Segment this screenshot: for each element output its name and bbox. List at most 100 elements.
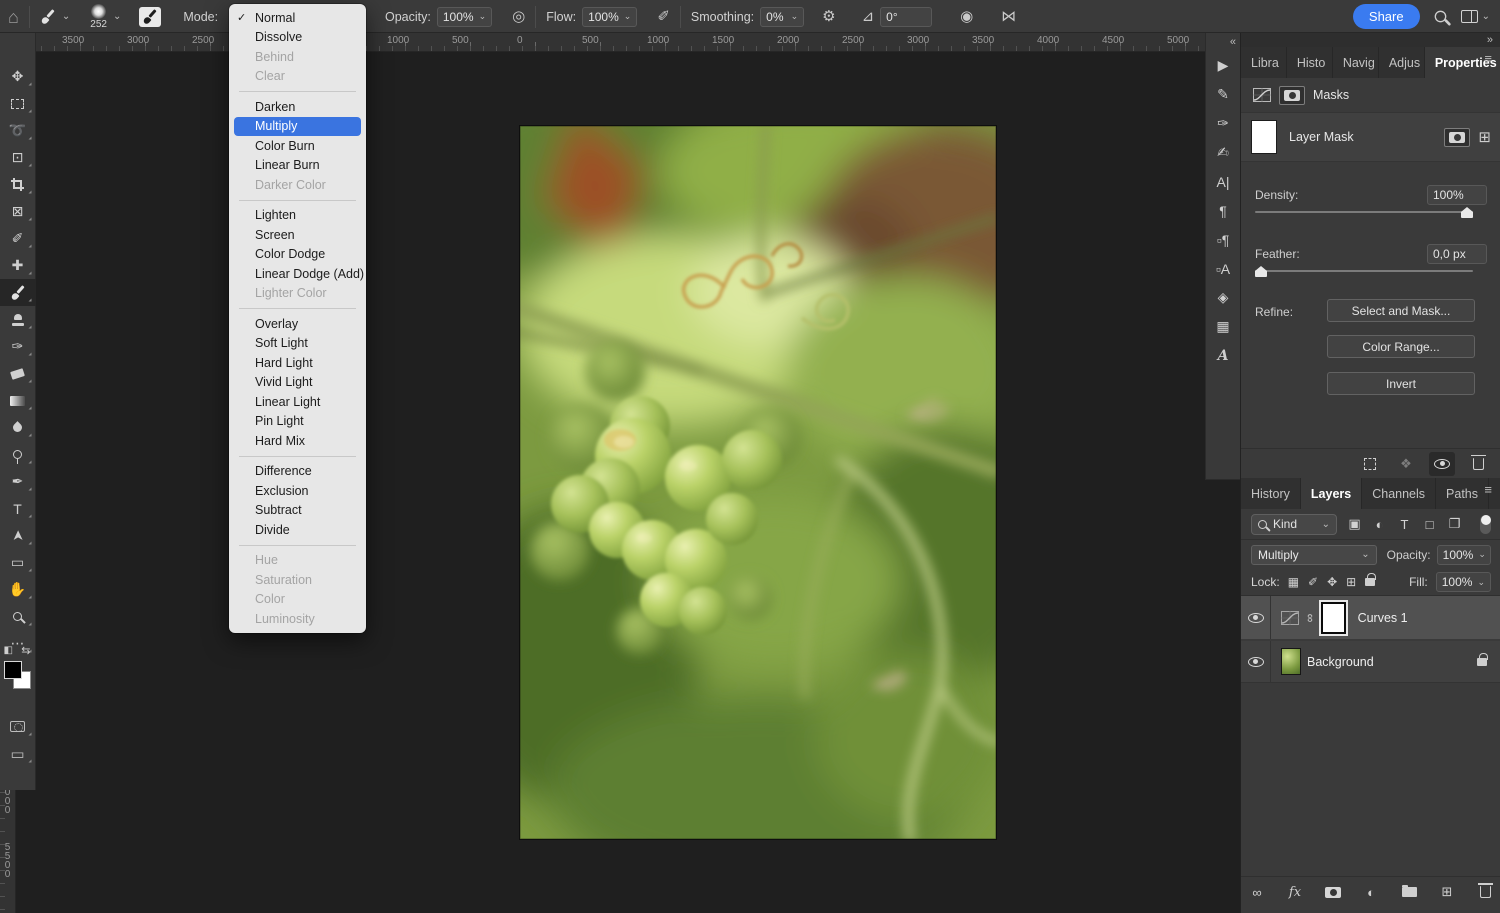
airbrush-icon[interactable]: ✐: [657, 9, 670, 24]
healing-brush-tool[interactable]: ✚: [0, 252, 36, 279]
quick-mask-mode-button[interactable]: [0, 713, 36, 740]
lasso-tool[interactable]: ➰: [0, 117, 36, 144]
feather-field[interactable]: 0,0 px: [1427, 244, 1487, 264]
glyphs-panel[interactable]: A: [1206, 341, 1241, 370]
screen-mode-button[interactable]: ▭: [0, 740, 36, 767]
brush-angle-field[interactable]: 0°: [880, 7, 932, 27]
smoothing-gear-icon[interactable]: ⚙: [822, 9, 835, 24]
curves-properties-icon[interactable]: [1253, 88, 1271, 102]
rectangle-tool[interactable]: ▭: [0, 549, 36, 576]
paragraph-panel[interactable]: ¶: [1206, 196, 1241, 225]
lock-transparency[interactable]: ▦: [1288, 575, 1299, 589]
blend-mode-menu-item[interactable]: ✓ Screen: [229, 225, 366, 245]
density-field[interactable]: 100%: [1427, 185, 1487, 205]
panel-tab[interactable]: Histo: [1287, 47, 1333, 78]
blend-mode-menu-item[interactable]: ✓ Soft Light: [229, 334, 366, 354]
panel-tab[interactable]: Adjus: [1379, 47, 1425, 78]
eyedropper-tool[interactable]: ✐: [0, 225, 36, 252]
gradient-tool[interactable]: [0, 387, 36, 414]
load-mask-selection[interactable]: [1357, 452, 1383, 476]
blend-mode-menu-item[interactable]: ✓ Color: [229, 590, 366, 610]
panel-menu-icon[interactable]: ≡: [1476, 482, 1500, 497]
brush-preview[interactable]: 252: [90, 3, 107, 30]
3d-panel[interactable]: ◈: [1206, 283, 1241, 312]
layer-name[interactable]: Background: [1307, 655, 1374, 669]
type-tool[interactable]: T: [0, 495, 36, 522]
swap-colors-icon[interactable]: ⇆: [21, 644, 30, 657]
layer-effects[interactable]: fx: [1282, 880, 1308, 904]
blend-mode-menu-item[interactable]: ✓ Pin Light: [229, 412, 366, 432]
curves-adjustment-icon[interactable]: [1281, 611, 1299, 625]
paragraph-styles-panel[interactable]: ▫¶: [1206, 225, 1241, 254]
path-selection-tool[interactable]: ➤: [0, 522, 36, 549]
blend-mode-menu-item[interactable]: ✓ Hue: [229, 551, 366, 571]
filter-pixel-layers[interactable]: ▣: [1346, 516, 1363, 532]
select-and-mask-button[interactable]: Select and Mask...: [1327, 299, 1475, 322]
zoom-tool[interactable]: [0, 603, 36, 630]
new-group[interactable]: [1396, 880, 1422, 904]
layer-name[interactable]: Curves 1: [1358, 611, 1408, 625]
share-button[interactable]: Share: [1353, 4, 1420, 29]
blend-mode-menu-item[interactable]: ✓ Vivid Light: [229, 373, 366, 393]
panel-tab[interactable]: History: [1241, 478, 1301, 509]
filter-smart-objects[interactable]: ❐: [1446, 516, 1463, 532]
blend-mode-menu-item[interactable]: ✓: [239, 200, 356, 201]
blend-mode-menu-item[interactable]: ✓ Divide: [229, 520, 366, 540]
lock-artboard[interactable]: ⊞: [1346, 575, 1356, 589]
blend-mode-menu-item[interactable]: ✓ Linear Light: [229, 392, 366, 412]
blend-mode-select[interactable]: Multiply⌄: [1251, 545, 1377, 565]
blend-mode-menu-item[interactable]: ✓: [239, 545, 356, 546]
toggle-brush-settings-button[interactable]: [139, 7, 161, 27]
slider-thumb[interactable]: [1255, 266, 1267, 277]
blend-mode-menu-item[interactable]: ✓ Hard Mix: [229, 431, 366, 451]
foreground-color-swatch[interactable]: [4, 661, 22, 679]
blend-mode-menu-item[interactable]: ✓ Exclusion: [229, 481, 366, 501]
blend-mode-menu-item[interactable]: ✓: [239, 456, 356, 457]
blend-mode-menu-item[interactable]: ✓ Dissolve: [229, 28, 366, 48]
blend-mode-menu-item[interactable]: ✓ Normal: [229, 8, 366, 28]
lock-pixels[interactable]: ✐: [1308, 575, 1318, 589]
add-vector-mask-icon[interactable]: ⊞: [1478, 128, 1491, 146]
feather-slider[interactable]: [1255, 264, 1473, 278]
brush-tool[interactable]: [0, 279, 36, 306]
mask-link-icon[interactable]: ∞: [1303, 613, 1317, 622]
blend-mode-menu-item[interactable]: ✓ Color Burn: [229, 136, 366, 156]
blend-mode-menu-item[interactable]: ✓ Hard Light: [229, 353, 366, 373]
link-layers[interactable]: ∞: [1244, 880, 1270, 904]
lock-icon[interactable]: [1477, 658, 1487, 666]
canvas-photo[interactable]: [520, 126, 996, 839]
new-layer[interactable]: ⊞: [1434, 880, 1460, 904]
new-adjustment-layer[interactable]: ◐: [1358, 880, 1384, 904]
paint-symmetry-icon[interactable]: ⋈: [1001, 9, 1016, 24]
lock-position[interactable]: ✥: [1327, 575, 1337, 589]
filter-toggle[interactable]: [1480, 515, 1491, 534]
lock-all[interactable]: [1365, 578, 1375, 586]
history-brush-tool[interactable]: ✑: [0, 333, 36, 360]
curves-mask-thumbnail[interactable]: [1321, 602, 1346, 634]
toggle-mask-visibility[interactable]: [1429, 452, 1455, 476]
layers-opacity-select[interactable]: 100%⌄: [1437, 545, 1491, 565]
opacity-select[interactable]: 100%⌄: [437, 7, 492, 27]
layer-row-background[interactable]: Background: [1241, 641, 1500, 683]
kind-filter-select[interactable]: Kind ⌄: [1251, 514, 1337, 535]
actions-panel[interactable]: ▶: [1206, 51, 1241, 80]
mask-properties-button[interactable]: [1279, 86, 1305, 105]
background-thumbnail[interactable]: [1281, 648, 1301, 675]
clone-stamp-tool[interactable]: [0, 306, 36, 333]
blend-mode-menu-item[interactable]: ✓ Darken: [229, 97, 366, 117]
panel-tab[interactable]: Layers: [1301, 478, 1362, 509]
blend-mode-menu-item[interactable]: ✓ Linear Burn: [229, 156, 366, 176]
flow-select[interactable]: 100%⌄: [582, 7, 637, 27]
character-panel[interactable]: A|: [1206, 167, 1241, 196]
blend-mode-menu-item[interactable]: ✓ Color Dodge: [229, 245, 366, 265]
add-layer-mask[interactable]: [1320, 880, 1346, 904]
layer-mask-thumbnail[interactable]: [1251, 120, 1277, 154]
blend-mode-menu-item[interactable]: ✓ Subtract: [229, 501, 366, 521]
blend-mode-menu-item[interactable]: ✓ Lighten: [229, 206, 366, 226]
apply-mask[interactable]: ❖: [1393, 452, 1419, 476]
tablet-pressure-opacity-icon[interactable]: ◎: [512, 9, 525, 24]
smoothing-select[interactable]: 0%⌄: [760, 7, 804, 27]
home-icon[interactable]: ⌂: [8, 8, 19, 26]
blend-mode-menu-item[interactable]: ✓: [239, 91, 356, 92]
fill-select[interactable]: 100%⌄: [1436, 572, 1491, 592]
